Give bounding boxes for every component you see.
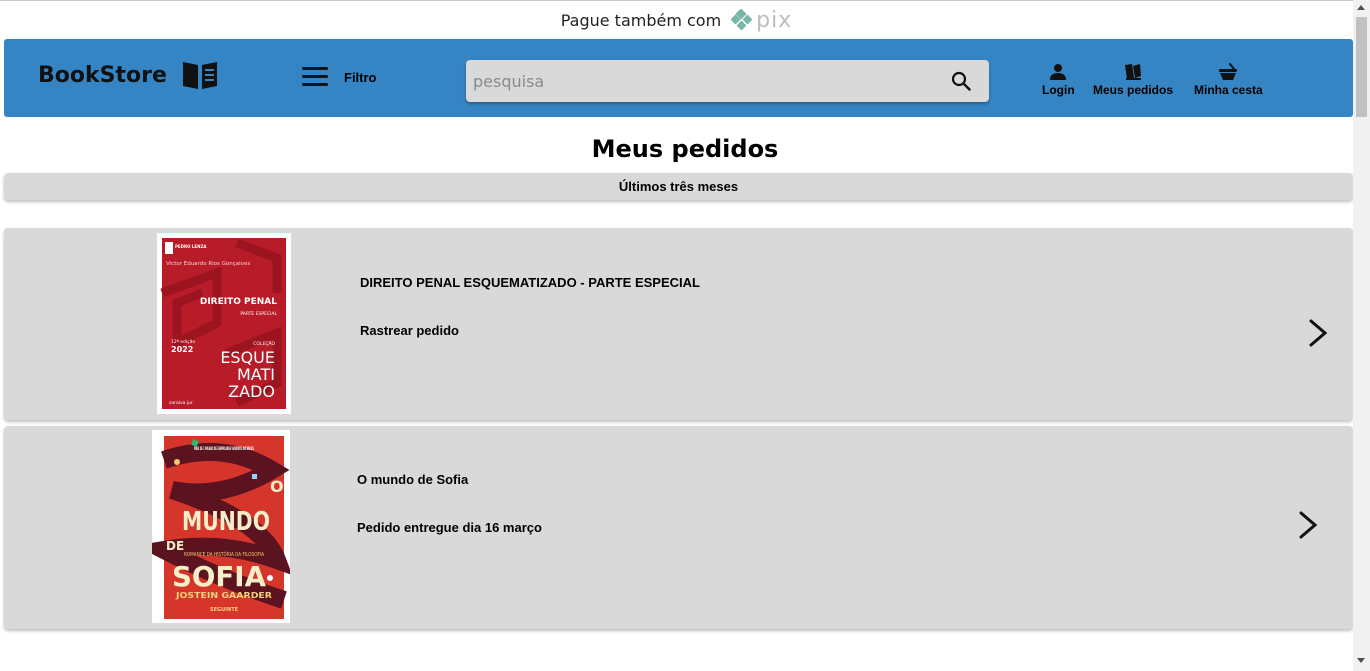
book-cover-o-mundo-de-sofia: MAIS DE 1 MILHÃO DE EXEMPLARES VENDIDOS … bbox=[136, 436, 293, 619]
order-book-title: O mundo de Sofia bbox=[357, 472, 469, 487]
cover-collection: COLEÇÃO bbox=[253, 340, 275, 347]
order-status: Rastrear pedido bbox=[360, 323, 459, 338]
page-title: Meus pedidos bbox=[591, 135, 779, 163]
pix-icon bbox=[731, 9, 753, 31]
order-card[interactable]: PEDRO LENZA Victor Eduardo Rios Gonçalve… bbox=[4, 228, 1353, 420]
period-label: Últimos três meses bbox=[618, 179, 739, 194]
order-book-title: DIREITO PENAL ESQUEMATIZADO - PARTE ESPE… bbox=[360, 275, 700, 290]
pix-wordmark: pix bbox=[756, 7, 793, 33]
pix-logo: pix bbox=[731, 8, 792, 33]
nav-my-orders[interactable]: Meus pedidos bbox=[1093, 63, 1173, 97]
cover-mundo: MUNDO bbox=[182, 507, 270, 537]
cover-author: Victor Eduardo Rios Gonçalves bbox=[166, 261, 250, 267]
order-status: Pedido entregue dia 16 março bbox=[357, 520, 542, 535]
page: Pague também com pix BookStore Filtro pe… bbox=[0, 0, 1353, 671]
cover-o: O bbox=[270, 477, 284, 496]
scroll-down-arrow-icon[interactable] bbox=[1357, 658, 1365, 663]
hamburger-menu-icon bbox=[302, 67, 328, 86]
search-input[interactable] bbox=[466, 60, 933, 102]
order-card[interactable]: MAIS DE 1 MILHÃO DE EXEMPLARES VENDIDOS … bbox=[4, 426, 1353, 629]
vertical-scrollbar[interactable] bbox=[1353, 0, 1370, 671]
period-filter-bar[interactable]: Últimos três meses bbox=[4, 173, 1353, 200]
book-cover-image: MAIS DE 1 MILHÃO DE EXEMPLARES VENDIDOS … bbox=[136, 430, 293, 623]
cover-de: DE bbox=[166, 539, 184, 553]
scrollbar-thumb[interactable] bbox=[1356, 17, 1367, 117]
filter-button[interactable]: Filtro bbox=[302, 66, 377, 88]
cover-publisher: saraiva jur bbox=[169, 400, 193, 406]
cover-tagline: MAIS DE 1 MILHÃO DE EXEMPLARES VENDIDOS … bbox=[194, 445, 254, 452]
nav-login[interactable]: Login bbox=[1042, 63, 1075, 97]
search-button[interactable] bbox=[933, 60, 989, 102]
cover-author: JOSTEIN GAARDER bbox=[175, 591, 272, 600]
cover-subtitle: PARTE ESPECIAL bbox=[240, 311, 277, 317]
open-book-icon bbox=[182, 62, 217, 89]
brand-name: BookStore bbox=[38, 62, 167, 88]
book-cover-direito-penal: PEDRO LENZA Victor Eduardo Rios Gonçalve… bbox=[160, 238, 286, 409]
nav-login-label: Login bbox=[1042, 83, 1075, 97]
cover-series-tag: PEDRO LENZA bbox=[175, 244, 207, 249]
filter-label: Filtro bbox=[344, 69, 377, 85]
user-icon bbox=[1050, 64, 1067, 80]
books-icon bbox=[1125, 64, 1141, 80]
promo-text: Pague também com bbox=[560, 10, 722, 30]
basket-icon bbox=[1219, 63, 1238, 80]
chevron-right-icon[interactable] bbox=[1297, 511, 1319, 539]
cover-year: 2022 bbox=[171, 345, 193, 354]
search-icon bbox=[951, 71, 971, 91]
book-cover-image: PEDRO LENZA Victor Eduardo Rios Gonçalve… bbox=[157, 233, 291, 414]
nav-my-orders-label: Meus pedidos bbox=[1093, 83, 1174, 97]
cover-subtitle: ROMANCE DA HISTÓRIA DA FILOSOFIA bbox=[184, 551, 264, 558]
chevron-right-icon[interactable] bbox=[1307, 319, 1329, 347]
cover-sofia: SOFIA bbox=[172, 560, 266, 593]
nav-cart-label: Minha cesta bbox=[1194, 83, 1263, 97]
cover-big-word-3: ZADO bbox=[228, 382, 275, 401]
header: BookStore Filtro pesquisa Login Meus ped… bbox=[4, 39, 1353, 117]
promo-bar: Pague também com pix bbox=[0, 0, 1353, 39]
brand[interactable]: BookStore bbox=[38, 59, 219, 91]
cover-publisher: SEGUINTE bbox=[210, 607, 239, 613]
cover-book-title: DIREITO PENAL bbox=[200, 297, 277, 307]
scroll-up-arrow-icon[interactable] bbox=[1357, 5, 1365, 10]
search-bar bbox=[466, 60, 989, 102]
nav-cart[interactable]: Minha cesta bbox=[1194, 63, 1263, 97]
